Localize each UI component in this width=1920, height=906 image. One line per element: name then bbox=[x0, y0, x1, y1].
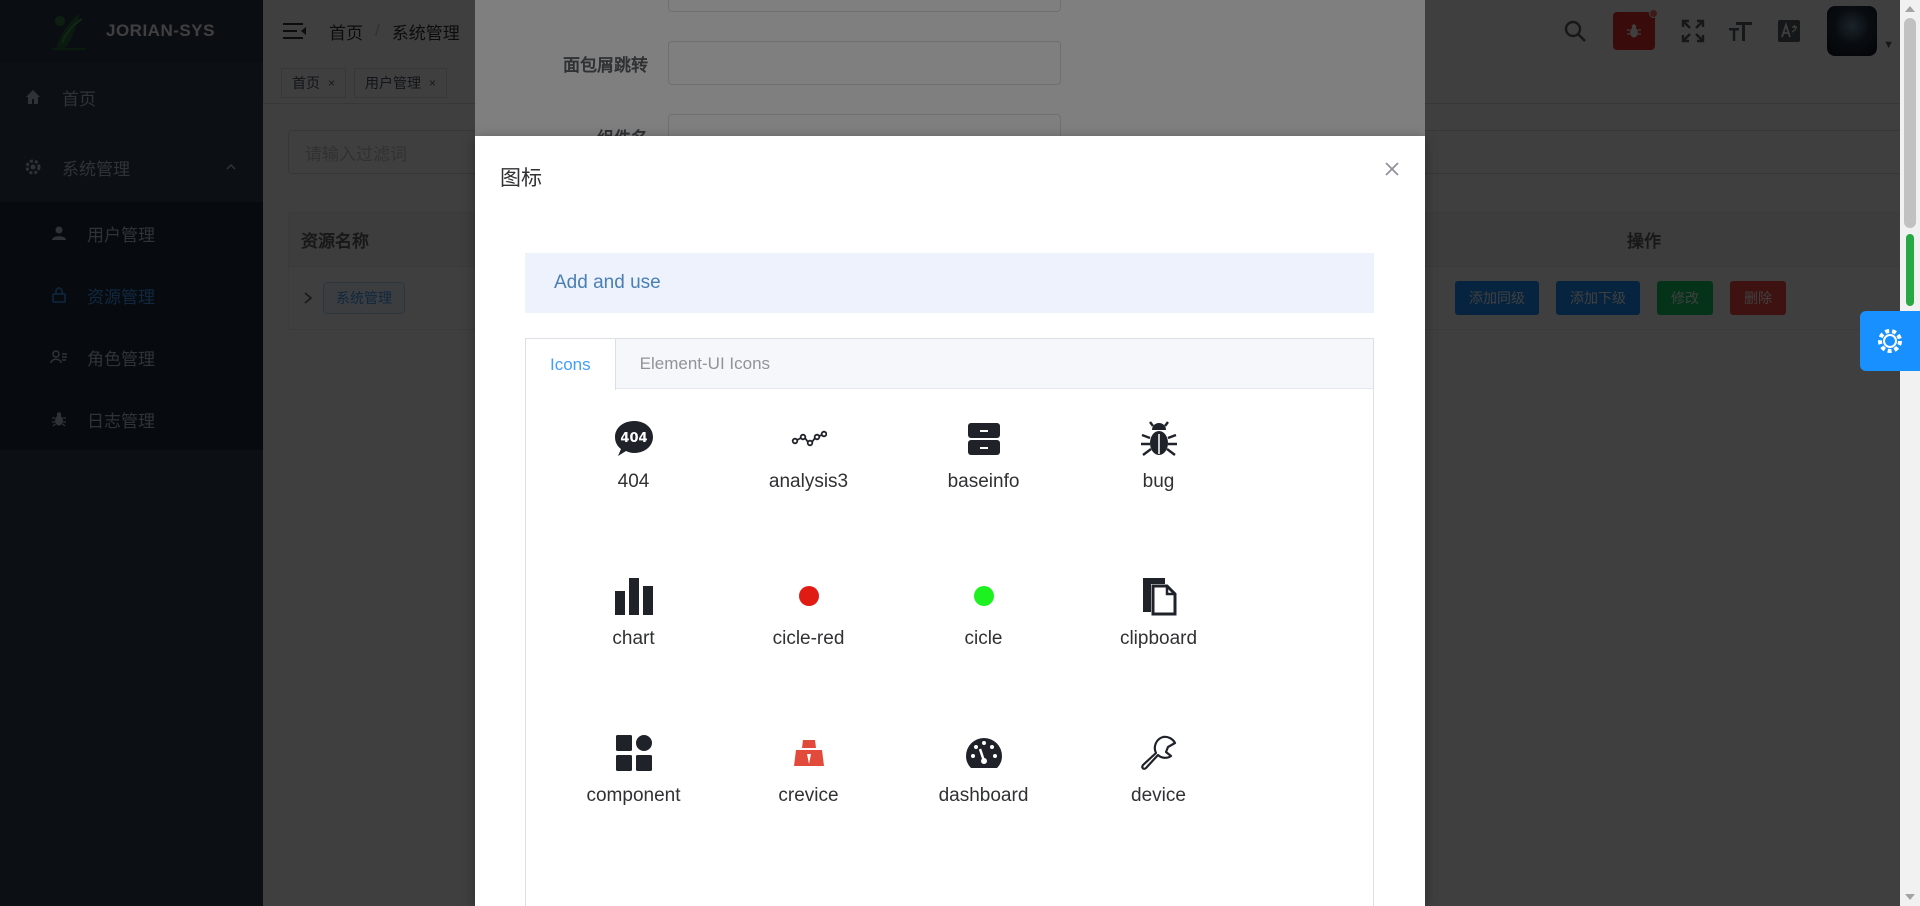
icon-dialog: 图标 Add and use Icons Element-UI Icons 40… bbox=[475, 136, 1425, 906]
crevice-icon bbox=[789, 733, 829, 773]
icon-item-404[interactable]: 404 404 bbox=[546, 419, 721, 576]
icon-item-bug[interactable]: bug bbox=[1071, 419, 1246, 576]
icon-label: analysis3 bbox=[768, 471, 849, 492]
icon-item-cicle[interactable]: cicle bbox=[896, 576, 1071, 733]
icon-label: component bbox=[586, 785, 681, 806]
icon-label: baseinfo bbox=[947, 471, 1020, 492]
icon-label: device bbox=[1131, 785, 1186, 806]
icon-label: dashboard bbox=[938, 785, 1029, 806]
circle-red-icon bbox=[789, 576, 829, 616]
circle-green-icon bbox=[964, 576, 1004, 616]
svg-text:404: 404 bbox=[620, 431, 647, 446]
icon-item-crevice[interactable]: crevice bbox=[721, 733, 896, 890]
icon-item-baseinfo[interactable]: baseinfo bbox=[896, 419, 1071, 576]
icon-label: bug bbox=[1142, 471, 1175, 492]
icon-item-component[interactable]: component bbox=[546, 733, 721, 890]
icon-label: clipboard bbox=[1119, 628, 1198, 649]
wrench-icon bbox=[1139, 733, 1179, 773]
settings-icon bbox=[1878, 329, 1902, 353]
settings-button[interactable] bbox=[1860, 311, 1920, 371]
icon-label: chart bbox=[612, 628, 655, 649]
icon-item-analysis3[interactable]: analysis3 bbox=[721, 419, 896, 576]
bug-icon bbox=[1139, 419, 1179, 459]
icon-label: cicle-red bbox=[772, 628, 845, 649]
icon-item-clipboard[interactable]: clipboard bbox=[1071, 576, 1246, 733]
icon-item-dashboard[interactable]: dashboard bbox=[896, 733, 1071, 890]
info-alert: Add and use bbox=[525, 253, 1374, 313]
component-icon bbox=[614, 733, 654, 773]
icon-grid: 404 404 analysis3 baseinfo bug chart cic… bbox=[546, 419, 1246, 890]
icon-label: 404 bbox=[617, 471, 650, 492]
404-icon: 404 bbox=[614, 419, 654, 459]
scroll-up-icon[interactable] bbox=[1905, 6, 1915, 12]
analysis-icon bbox=[789, 419, 829, 459]
icon-item-chart[interactable]: chart bbox=[546, 576, 721, 733]
inner-scrollbar-thumb[interactable] bbox=[1906, 234, 1914, 306]
scroll-down-icon[interactable] bbox=[1905, 894, 1915, 900]
dashboard-icon bbox=[964, 733, 1004, 773]
dialog-title: 图标 bbox=[500, 167, 542, 190]
icon-label: cicle bbox=[964, 628, 1003, 649]
page-scrollbar[interactable] bbox=[1900, 0, 1920, 906]
tab-icons[interactable]: Icons bbox=[526, 339, 616, 390]
scrollbar-thumb[interactable] bbox=[1904, 18, 1916, 228]
chart-icon bbox=[614, 576, 654, 616]
close-icon[interactable] bbox=[1383, 160, 1401, 178]
baseinfo-icon bbox=[964, 419, 1004, 459]
clipboard-icon bbox=[1139, 576, 1179, 616]
icon-tabs: Icons Element-UI Icons 404 404 analysis3 bbox=[525, 338, 1374, 906]
icon-label: crevice bbox=[778, 785, 839, 806]
tabs-nav: Icons Element-UI Icons bbox=[526, 339, 1373, 390]
tab-element-ui-icons[interactable]: Element-UI Icons bbox=[616, 339, 794, 389]
icon-item-cicle-red[interactable]: cicle-red bbox=[721, 576, 896, 733]
icon-item-device[interactable]: device bbox=[1071, 733, 1246, 890]
